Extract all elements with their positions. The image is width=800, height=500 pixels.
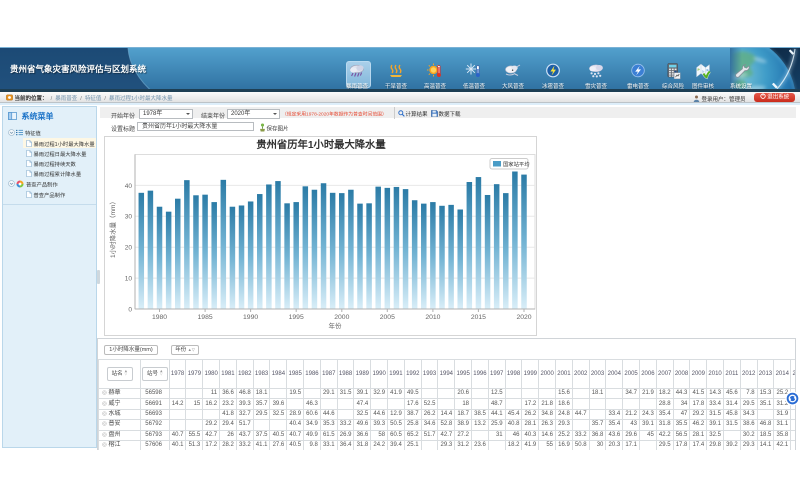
svg-text:年份: 年份	[329, 321, 343, 330]
svg-text:2010: 2010	[425, 314, 440, 321]
svg-text:贵州省历年1小时最大降水量: 贵州省历年1小时最大降水量	[256, 138, 386, 151]
svg-text:2015: 2015	[471, 314, 486, 321]
svg-text:1小时降水量（mm）: 1小时降水量（mm）	[108, 198, 117, 258]
svg-text:40: 40	[125, 182, 133, 189]
svg-text:2020: 2020	[516, 314, 531, 321]
svg-text:20: 20	[125, 244, 133, 251]
svg-text:0: 0	[128, 306, 132, 313]
svg-text:国家站平均: 国家站平均	[503, 160, 530, 168]
svg-text:1980: 1980	[152, 314, 167, 321]
svg-text:1985: 1985	[198, 314, 213, 321]
svg-text:1995: 1995	[289, 314, 304, 321]
svg-text:2000: 2000	[334, 314, 349, 321]
svg-text:1990: 1990	[243, 314, 258, 321]
svg-text:10: 10	[125, 275, 133, 282]
svg-text:30: 30	[125, 213, 133, 220]
svg-text:2005: 2005	[380, 314, 395, 321]
